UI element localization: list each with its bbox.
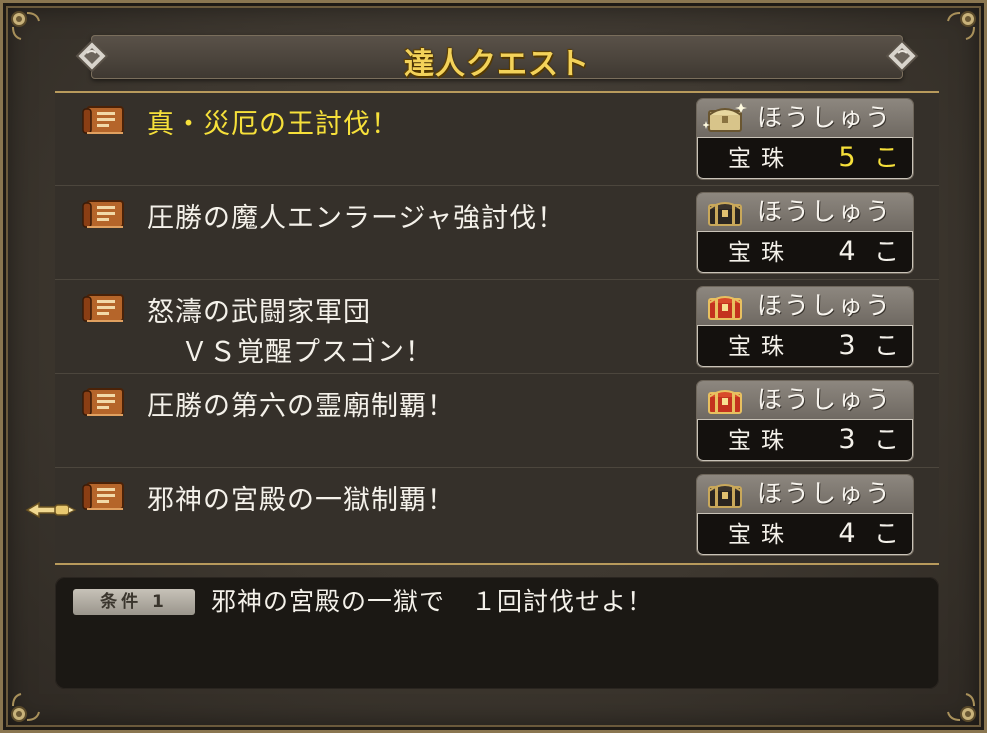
reward-unit: こ	[874, 143, 900, 172]
quest-name: 怒濤の武闘家軍団	[147, 297, 371, 328]
reward-label: ほうしゅう	[757, 479, 893, 508]
reward-box: ほうしゅう 宝珠 3 こ	[697, 287, 913, 367]
quest-row[interactable]: 圧勝の魔人エンラージャ強討伐！ ほうしゅう 宝珠 4 こ	[55, 187, 939, 280]
reward-item: 宝珠	[728, 522, 794, 548]
reward-box: ほうしゅう 宝珠 4 こ	[697, 475, 913, 555]
reward-label: ほうしゅう	[757, 291, 893, 320]
corner-ornament	[946, 7, 980, 41]
quest-name: 真・災厄の王討伐！	[147, 109, 399, 140]
title-bar: 達人クエスト	[75, 35, 919, 82]
scroll-icon	[81, 103, 129, 137]
reward-count: 3	[838, 424, 856, 455]
reward-unit: こ	[874, 331, 900, 360]
black-chest-icon	[703, 195, 747, 229]
reward-value: 宝珠 4 こ	[697, 231, 913, 273]
reward-item: 宝珠	[728, 428, 794, 454]
red-chest-icon	[703, 383, 747, 417]
reward-label: ほうしゅう	[757, 385, 893, 414]
scroll-icon	[81, 197, 129, 231]
red-chest-icon	[703, 289, 747, 323]
reward-label: ほうしゅう	[757, 103, 893, 132]
reward-box: ほうしゅう 宝珠 5 こ	[697, 99, 913, 179]
reward-item: 宝珠	[728, 334, 794, 360]
condition-text: 邪神の宮殿の一獄で １回討伐せよ！	[211, 587, 654, 616]
reward-value: 宝珠 4 こ	[697, 513, 913, 555]
condition-tag: 条件 1	[73, 589, 195, 615]
reward-header: ほうしゅう	[697, 99, 913, 137]
reward-unit: こ	[874, 519, 900, 548]
reward-count: 4	[838, 518, 856, 549]
scroll-icon	[81, 479, 129, 513]
quest-name: 圧勝の第六の霊廟制覇！	[147, 391, 455, 422]
reward-count: 5	[838, 142, 856, 173]
reward-unit: こ	[874, 237, 900, 266]
quest-row[interactable]: 圧勝の第六の霊廟制覇！ ほうしゅう 宝珠 3 こ	[55, 375, 939, 468]
quest-row[interactable]: 怒濤の武闘家軍団 ＶＳ覚醒プスゴン！ ほうしゅう 宝珠 3 こ	[55, 281, 939, 374]
reward-header: ほうしゅう	[697, 381, 913, 419]
scroll-icon	[81, 385, 129, 419]
scroll-icon	[81, 291, 129, 325]
reward-count: 4	[838, 236, 856, 267]
reward-item: 宝珠	[728, 240, 794, 266]
diamond-ornament-icon	[885, 39, 919, 73]
black-chest-icon	[703, 477, 747, 511]
reward-header: ほうしゅう	[697, 287, 913, 325]
pointing-hand-icon	[25, 497, 77, 523]
reward-label: ほうしゅう	[757, 197, 893, 226]
quest-list: 真・災厄の王討伐！ ほうしゅう 宝珠 5 こ 圧勝の魔人エンラージャ強討伐！ ほ…	[55, 91, 939, 565]
corner-ornament	[7, 7, 41, 41]
reward-count: 3	[838, 330, 856, 361]
reward-header: ほうしゅう	[697, 475, 913, 513]
sparkling-chest-icon	[702, 101, 747, 135]
reward-box: ほうしゅう 宝珠 3 こ	[697, 381, 913, 461]
quest-name: 邪神の宮殿の一獄制覇！	[147, 485, 455, 516]
corner-ornament	[946, 692, 980, 726]
reward-value: 宝珠 3 こ	[697, 325, 913, 367]
reward-item: 宝珠	[728, 146, 794, 172]
reward-unit: こ	[874, 425, 900, 454]
quest-name: 圧勝の魔人エンラージャ強討伐！	[147, 203, 566, 234]
corner-ornament	[7, 692, 41, 726]
condition-panel: 条件 1 邪神の宮殿の一獄で １回討伐せよ！	[55, 577, 939, 689]
reward-box: ほうしゅう 宝珠 4 こ	[697, 193, 913, 273]
quest-row[interactable]: 真・災厄の王討伐！ ほうしゅう 宝珠 5 こ	[55, 93, 939, 186]
reward-value: 宝珠 3 こ	[697, 419, 913, 461]
game-window: 達人クエスト 真・災厄の王討伐！ ほうしゅう 宝珠 5 こ 圧勝の魔人エンラージ…	[0, 0, 987, 733]
quest-name-line2: ＶＳ覚醒プスゴン！	[181, 337, 433, 368]
window-title: 達人クエスト	[404, 47, 590, 82]
reward-value: 宝珠 5 こ	[697, 137, 913, 179]
quest-row[interactable]: 邪神の宮殿の一獄制覇！ ほうしゅう 宝珠 4 こ	[55, 469, 939, 561]
reward-header: ほうしゅう	[697, 193, 913, 231]
